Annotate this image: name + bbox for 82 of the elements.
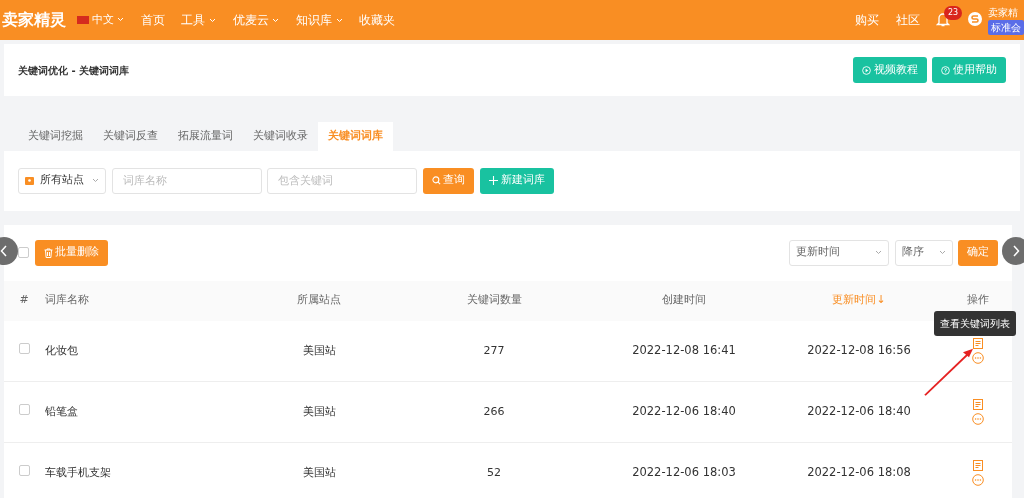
- nav-link[interactable]: 首页: [140, 11, 165, 29]
- site-select[interactable]: 所有站点: [18, 167, 106, 194]
- column-header: 创建时间: [662, 293, 706, 307]
- table-cell: 2022-12-08 16:56: [807, 343, 911, 357]
- caret-icon: [117, 17, 125, 23]
- tooltip: 查看关键词列表: [934, 310, 1016, 336]
- help-icon: [941, 65, 951, 75]
- select-all-checkbox[interactable]: [18, 247, 29, 258]
- table-cell: 2022-12-06 18:08: [807, 465, 911, 480]
- table-cell: 美国站: [302, 404, 336, 418]
- column-header: #: [19, 293, 29, 307]
- table-cell: 2022-12-08 16:41: [632, 343, 736, 357]
- more-icon[interactable]: [972, 473, 984, 486]
- annotation-arrow: [923, 346, 975, 397]
- more-icon[interactable]: [972, 412, 984, 425]
- table-cell: 美国站: [302, 343, 336, 357]
- caret-icon: [272, 18, 280, 23]
- document-icon[interactable]: [973, 337, 983, 349]
- flag-icon: [77, 16, 89, 24]
- tab[interactable]: 拓展流量词: [168, 122, 243, 151]
- tab[interactable]: 关键词挖掘: [18, 122, 93, 151]
- row-checkbox[interactable]: [18, 342, 30, 354]
- keyword-field[interactable]: 包含关键词: [267, 167, 417, 194]
- help-button[interactable]: 视频教程: [853, 57, 927, 83]
- tab[interactable]: 关键词反查: [93, 122, 168, 151]
- column-header: 所属站点: [297, 293, 341, 307]
- sort-field-select[interactable]: 更新时间: [789, 239, 889, 266]
- search-icon: [431, 176, 441, 185]
- column-header: 词库名称: [45, 293, 89, 307]
- plus-icon: [488, 176, 498, 185]
- breadcrumb: 关键词优化 - 关键词词库: [18, 63, 130, 78]
- new-library-button[interactable]: 新建词库: [479, 167, 554, 194]
- table-cell: 化妆包: [45, 343, 78, 357]
- table-cell: 277: [483, 343, 505, 357]
- user-name[interactable]: 卖家精: [988, 5, 1024, 20]
- sort-order-select[interactable]: 降序: [894, 239, 953, 266]
- confirm-button[interactable]: 确定: [958, 239, 998, 266]
- nav-link[interactable]: 购买: [855, 11, 879, 29]
- nav-link[interactable]: 社区: [895, 11, 920, 29]
- table-cell: 2022-12-06 18:40: [632, 404, 736, 419]
- bell-icon[interactable]: [936, 12, 950, 28]
- play-icon: [862, 65, 871, 75]
- next-button[interactable]: [1002, 236, 1024, 265]
- document-icon[interactable]: [973, 399, 983, 411]
- logo[interactable]: 卖家精灵: [2, 8, 66, 32]
- caret-icon: [335, 18, 343, 23]
- nav-link[interactable]: 知识库: [295, 11, 343, 29]
- caret-icon: [938, 249, 946, 255]
- nav-link[interactable]: 收藏夹: [359, 11, 396, 29]
- query-button[interactable]: 查询: [422, 167, 475, 194]
- caret-icon: [209, 18, 217, 23]
- name-field[interactable]: 词库名称: [111, 167, 262, 194]
- more-icon[interactable]: [972, 351, 984, 364]
- chevron-left-icon: [0, 244, 8, 257]
- column-header[interactable]: 更新时间↓: [832, 293, 886, 307]
- table-cell: 铅笔盒: [45, 404, 78, 418]
- store-icon: [25, 176, 34, 185]
- bulk-delete-button[interactable]: 批量删除: [34, 239, 109, 266]
- chevron-right-icon: [1012, 244, 1020, 257]
- table-cell: 2022-12-06 18:03: [632, 465, 736, 480]
- nav-link[interactable]: 优麦云: [232, 11, 280, 29]
- notification-badge: 23: [944, 5, 963, 20]
- document-icon[interactable]: [973, 460, 983, 472]
- table-cell: 2022-12-06 18:40: [807, 404, 911, 419]
- column-header: 操作: [967, 293, 989, 307]
- row-checkbox[interactable]: [18, 464, 30, 476]
- table-cell: 美国站: [302, 465, 336, 479]
- column-header: 关键词数量: [466, 293, 522, 307]
- tab[interactable]: 关键词词库: [318, 122, 393, 151]
- caret-icon: [875, 249, 882, 255]
- language-selector[interactable]: 中文: [91, 11, 125, 29]
- tab[interactable]: 关键词收录: [243, 122, 318, 151]
- table-cell: 车载手机支架: [45, 465, 111, 479]
- table-cell: 52: [487, 465, 501, 479]
- avatar-icon[interactable]: [966, 11, 983, 29]
- table-cell: 266: [483, 404, 505, 418]
- caret-icon: [92, 177, 99, 183]
- nav-link[interactable]: 工具: [181, 11, 217, 29]
- row-checkbox[interactable]: [18, 403, 30, 415]
- membership-badge: 标准会: [988, 20, 1024, 35]
- trash-icon: [43, 247, 53, 258]
- help-button[interactable]: 使用帮助: [932, 57, 1006, 83]
